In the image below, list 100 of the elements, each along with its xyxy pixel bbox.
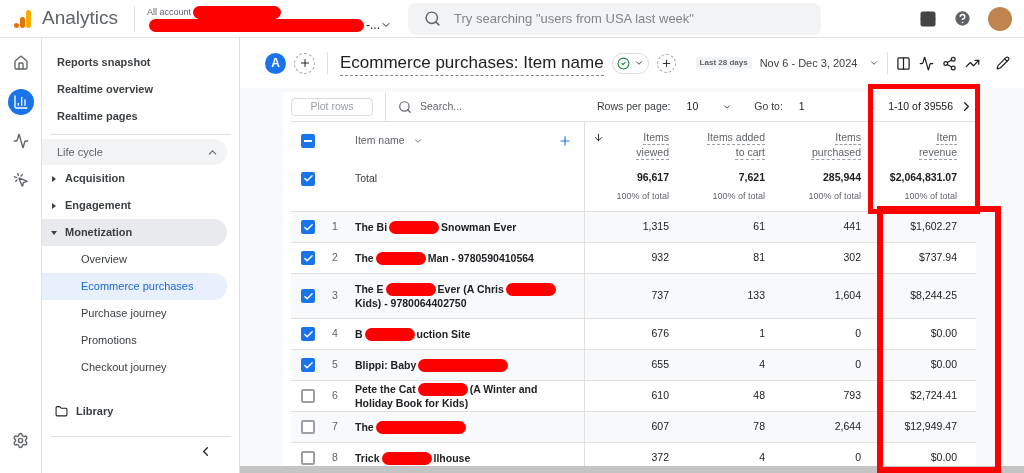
row-checkbox[interactable]	[301, 171, 315, 186]
check-circle-icon	[616, 56, 630, 70]
table-cell-text: $0.00	[929, 450, 958, 466]
item-name: The Bi Snowman Ever	[355, 219, 518, 235]
caret-icon[interactable]	[51, 229, 57, 236]
nav-item[interactable]: Checkout journey	[42, 354, 227, 381]
nav-group[interactable]: Engagement	[42, 192, 227, 219]
total-value: 96,617	[636, 170, 669, 185]
row-checkbox[interactable]	[301, 389, 315, 403]
reports-rail-icon[interactable]	[7, 89, 34, 115]
sidebar-item[interactable]: Realtime pages	[42, 103, 239, 130]
row-checkbox[interactable]	[301, 251, 315, 265]
sort-arrow-icon[interactable]	[593, 132, 604, 143]
nav-item[interactable]: Purchase journey	[42, 300, 227, 327]
section-header[interactable]: Life cycle	[42, 139, 227, 165]
redaction-mark	[505, 283, 556, 297]
row-number: 8	[331, 450, 339, 466]
date-preset-label: Last 28 days	[695, 57, 752, 69]
total-value: $2,064,831.07	[889, 170, 957, 185]
rows-per-page-label: Rows per page:	[597, 98, 671, 114]
library-link[interactable]: Library	[76, 402, 114, 420]
row-number: 2	[331, 250, 339, 266]
table-cell-text: 0	[854, 326, 862, 342]
add-dimension-icon[interactable]	[558, 134, 572, 148]
table-cell-text: 61	[752, 219, 766, 235]
table-cell-text: $12,949.47	[903, 419, 958, 435]
table-search-field[interactable]: Search...	[420, 98, 570, 115]
caret-icon[interactable]	[51, 175, 57, 182]
share-icon[interactable]	[942, 55, 958, 71]
table-cell-text: 0	[854, 357, 862, 373]
nav-group[interactable]: Acquisition	[42, 165, 227, 192]
table-cell-text: 932	[650, 250, 670, 266]
redaction-mark	[417, 383, 468, 397]
column-header[interactable]: Items added to cart	[707, 130, 765, 162]
select-all-checkbox[interactable]	[301, 134, 315, 148]
goto-field[interactable]: 1	[798, 98, 823, 115]
table-cell-text: $1,602.27	[909, 219, 958, 235]
row-checkbox[interactable]	[301, 420, 315, 434]
caret-icon[interactable]	[51, 202, 57, 209]
table-cell-text: $737.94	[918, 250, 958, 266]
table-cell-text: 1,315	[641, 219, 670, 235]
table-cell-text: 4	[758, 357, 766, 373]
table-cell-text: 133	[746, 288, 766, 304]
table-cell-text: 441	[842, 219, 862, 235]
column-header[interactable]: Items purchased	[803, 130, 861, 162]
row-number: 4	[331, 326, 339, 342]
total-label: Total	[355, 171, 378, 186]
account-label: All account	[147, 7, 192, 17]
total-value: 285,944	[823, 170, 861, 185]
edit-icon[interactable]	[996, 56, 1011, 70]
item-name: The	[355, 419, 560, 435]
row-checkbox[interactable]	[301, 220, 315, 234]
column-header[interactable]: Items viewed	[611, 130, 669, 162]
row-checkbox[interactable]	[301, 451, 315, 465]
total-value: 7,621	[738, 170, 765, 185]
row-number: 7	[331, 419, 339, 435]
item-name: Trick llhouse	[355, 450, 472, 466]
column-header[interactable]: Item revenue	[899, 130, 957, 162]
insights-icon[interactable]	[919, 55, 935, 71]
table-cell-text: 1	[758, 326, 766, 342]
row-number: 1	[331, 219, 339, 235]
column-header[interactable]: Item name	[355, 133, 423, 149]
compare-icon[interactable]	[896, 55, 912, 71]
row-checkbox[interactable]	[301, 327, 315, 341]
report-title: Ecommerce purchases: Item name	[340, 49, 604, 77]
property-name[interactable]: -...	[366, 19, 381, 31]
redaction-mark	[364, 328, 415, 342]
total-share: 100% of total	[808, 189, 861, 203]
total-share: 100% of total	[904, 189, 957, 203]
item-name: B uction Site	[355, 326, 472, 342]
table-cell-text: 48	[752, 388, 766, 404]
settings-icon[interactable]	[12, 432, 29, 449]
comparison-avatar[interactable]: A	[265, 52, 286, 74]
sidebar-item[interactable]: Realtime overview	[42, 76, 239, 103]
goto-label: Go to:	[754, 98, 783, 114]
avatar[interactable]	[988, 6, 1012, 31]
horizontal-scrollbar[interactable]	[240, 466, 1024, 473]
row-checkbox[interactable]	[301, 358, 315, 372]
table-cell-text: $2,724.41	[909, 388, 958, 404]
redaction-mark	[381, 452, 432, 466]
help-icon[interactable]	[953, 9, 972, 28]
item-name: Pete the Cat (A Winter and Holiday Book for Kids)	[355, 381, 539, 411]
logo-icon	[12, 7, 34, 30]
row-checkbox[interactable]	[301, 289, 315, 303]
nav-item[interactable]: Overview	[42, 246, 227, 273]
nav-item[interactable]: Ecommerce purchases	[42, 273, 227, 300]
search-field[interactable]: Try searching "users from USA last week"	[408, 2, 822, 35]
caret-icon	[633, 58, 644, 68]
nav-group[interactable]: Monetization	[42, 219, 227, 246]
nav-item[interactable]: Promotions	[42, 327, 227, 354]
date-range-picker[interactable]: Nov 6 - Dec 3, 2024	[759, 54, 880, 72]
caret-icon	[869, 58, 880, 68]
minus-icon	[304, 140, 312, 142]
total-share: 100% of total	[712, 189, 765, 203]
table-cell-text: 610	[650, 388, 670, 404]
folder-icon	[55, 404, 68, 418]
sidebar-item[interactable]: Reports snapshot	[42, 49, 239, 76]
rows-per-page-select[interactable]: 10	[686, 98, 733, 115]
search-icon	[424, 9, 442, 27]
page-range: 1-10 of 39556	[888, 98, 953, 114]
